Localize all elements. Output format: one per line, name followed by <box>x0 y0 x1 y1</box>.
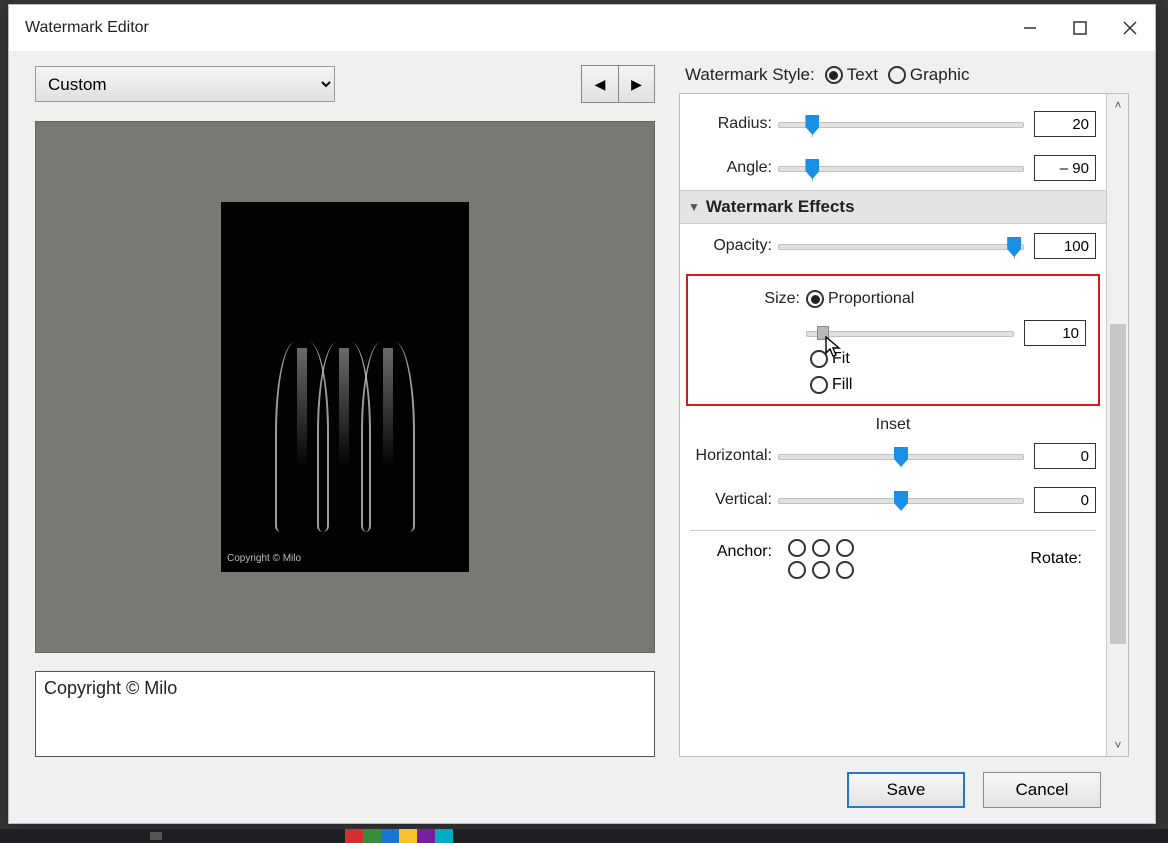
preset-dropdown[interactable]: Custom <box>35 66 335 102</box>
window-title: Watermark Editor <box>25 19 149 37</box>
save-button[interactable]: Save <box>847 772 965 808</box>
preview-nav: ◀ ▶ <box>581 65 655 103</box>
opacity-row: Opacity: <box>680 224 1106 268</box>
preview-photo: Copyright © Milo <box>221 202 469 572</box>
triangle-left-icon: ◀ <box>595 76 606 93</box>
anchor-row: Anchor: Rotate: <box>680 539 1106 579</box>
close-button[interactable] <box>1105 5 1155 51</box>
prev-image-button[interactable]: ◀ <box>582 66 618 102</box>
preview-panel: Copyright © Milo <box>35 121 655 653</box>
right-column: Watermark Style: Text Graphic Radius: <box>679 65 1129 757</box>
angle-input[interactable] <box>1034 155 1096 181</box>
size-input[interactable] <box>1024 320 1086 346</box>
watermark-text-input[interactable]: Copyright © Milo <box>35 671 655 757</box>
maximize-button[interactable] <box>1055 5 1105 51</box>
watermark-overlay: Copyright © Milo <box>227 553 301 564</box>
dialog-footer: Save Cancel <box>35 757 1129 823</box>
scrollbar[interactable]: ˄ ˅ <box>1106 94 1128 756</box>
opacity-slider[interactable] <box>778 235 1024 257</box>
scroll-up-icon[interactable]: ˄ <box>1107 94 1129 116</box>
scroll-down-icon[interactable]: ˅ <box>1107 734 1129 756</box>
effects-scroll-area: Radius: Angle: <box>680 94 1106 756</box>
scrollbar-thumb[interactable] <box>1110 324 1126 644</box>
watermark-style-label: Watermark Style: <box>685 65 815 85</box>
titlebar: Watermark Editor <box>9 5 1155 51</box>
radius-row: Radius: <box>680 102 1106 146</box>
inset-vertical-row: Vertical: <box>680 478 1106 522</box>
inset-horizontal-input[interactable] <box>1034 443 1096 469</box>
inset-vertical-input[interactable] <box>1034 487 1096 513</box>
divider <box>690 530 1096 531</box>
size-highlight: Size: Proportional <box>686 274 1100 406</box>
disclosure-triangle-icon: ▼ <box>688 200 700 214</box>
radius-input[interactable] <box>1034 111 1096 137</box>
size-fill-radio[interactable]: Fill <box>810 376 1096 394</box>
angle-row: Angle: <box>680 146 1106 190</box>
style-graphic-radio[interactable]: Graphic <box>888 65 970 85</box>
taskbar-sliver <box>0 829 1168 843</box>
effects-section-header[interactable]: ▼ Watermark Effects <box>680 190 1106 224</box>
triangle-right-icon: ▶ <box>631 76 642 93</box>
size-slider[interactable] <box>806 322 1014 344</box>
watermark-editor-window: Watermark Editor Custom ◀ ▶ <box>8 4 1156 824</box>
next-image-button[interactable]: ▶ <box>618 66 654 102</box>
rotate-label: Rotate: <box>1030 550 1096 568</box>
size-proportional-radio[interactable]: Proportional <box>806 290 914 308</box>
inset-horizontal-row: Horizontal: <box>680 434 1106 478</box>
inset-horizontal-slider[interactable] <box>778 445 1024 467</box>
watermark-style-row: Watermark Style: Text Graphic <box>679 65 1129 85</box>
size-fit-radio[interactable]: Fit <box>810 350 1096 368</box>
inset-vertical-slider[interactable] <box>778 489 1024 511</box>
cancel-button[interactable]: Cancel <box>983 772 1101 808</box>
anchor-grid[interactable] <box>788 539 854 579</box>
minimize-button[interactable] <box>1005 5 1055 51</box>
radius-slider[interactable] <box>778 113 1024 135</box>
style-text-radio[interactable]: Text <box>825 65 878 85</box>
opacity-input[interactable] <box>1034 233 1096 259</box>
inset-header: Inset <box>680 416 1106 434</box>
left-column: Custom ◀ ▶ Copyright © Milo Copyr <box>35 65 655 757</box>
color-palette <box>345 829 453 843</box>
angle-slider[interactable] <box>778 157 1024 179</box>
